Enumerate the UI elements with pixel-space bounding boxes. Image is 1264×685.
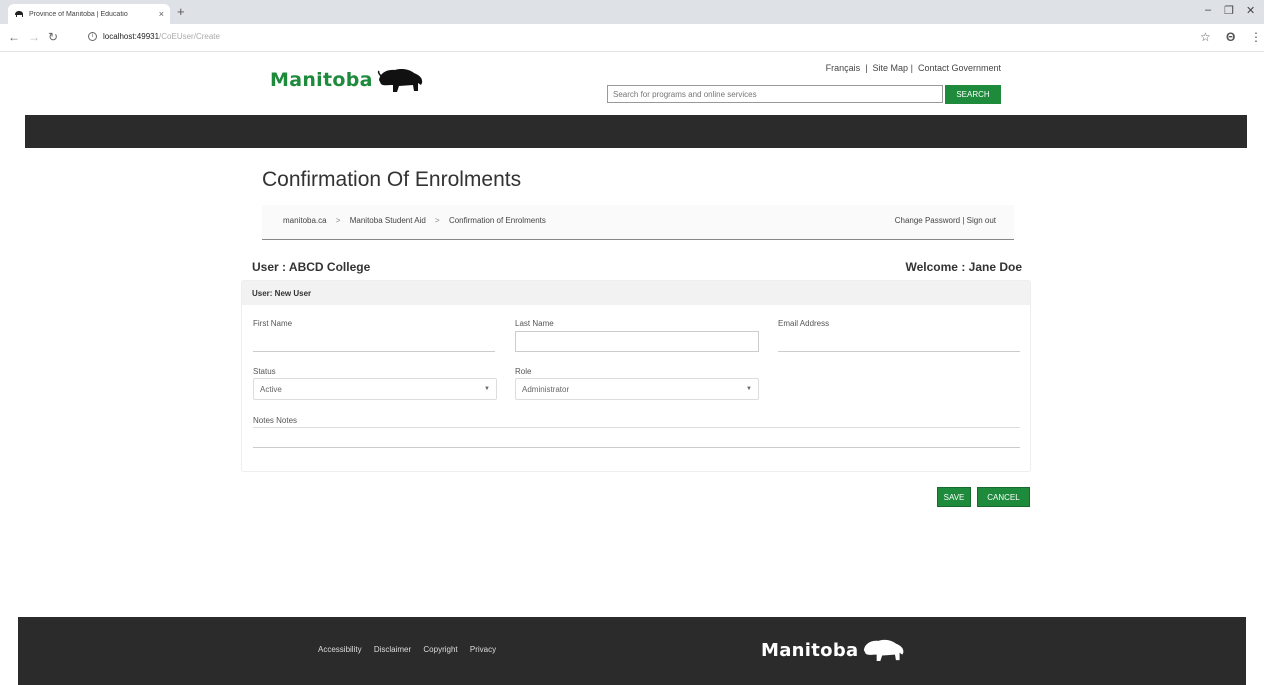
- star-icon[interactable]: ☆: [1200, 30, 1211, 44]
- caret-down-icon: ▼: [484, 386, 490, 392]
- page-title: Confirmation Of Enrolments: [262, 168, 522, 191]
- new-tab-button[interactable]: +: [177, 4, 185, 19]
- url-host: localhost:49931: [103, 32, 160, 41]
- welcome-label: Welcome : Jane Doe: [905, 260, 1022, 274]
- breadcrumb-current: Confirmation of Enrolments: [448, 216, 546, 225]
- address-bar: ← → ↻ i localhost:49931 /CoEUser/Create …: [0, 24, 1264, 52]
- user-form-panel: User: New User First Name Last Name Emai…: [241, 280, 1031, 472]
- breadcrumb-student-aid[interactable]: Manitoba Student Aid: [350, 216, 426, 225]
- status-label: Status: [253, 367, 276, 376]
- browser-tab-bar: Province of Manitoba | Educatio × + – ❐ …: [0, 0, 1264, 24]
- back-icon[interactable]: ←: [8, 30, 20, 44]
- link-contact-government[interactable]: Contact Government: [918, 63, 1001, 73]
- footer-link-accessibility[interactable]: Accessibility: [318, 645, 362, 654]
- close-tab-icon[interactable]: ×: [159, 9, 164, 19]
- forward-icon[interactable]: →: [28, 30, 40, 44]
- bison-icon: [14, 10, 24, 18]
- email-field[interactable]: [778, 331, 1020, 352]
- footer-logo[interactable]: Manitoba: [761, 637, 906, 663]
- info-icon[interactable]: i: [88, 32, 97, 41]
- first-name-field[interactable]: [253, 331, 495, 352]
- restore-icon[interactable]: ❐: [1224, 4, 1234, 17]
- user-label: User : ABCD College: [252, 260, 371, 274]
- navigation-band: [25, 115, 1247, 148]
- footer: Accessibility Disclaimer Copyright Priva…: [18, 617, 1246, 685]
- footer-link-disclaimer[interactable]: Disclaimer: [374, 645, 411, 654]
- email-label: Email Address: [778, 319, 830, 328]
- menu-icon[interactable]: ⋮: [1250, 30, 1262, 44]
- manitoba-logo[interactable]: Manitoba: [270, 66, 425, 94]
- status-value: Active: [260, 385, 282, 394]
- panel-title: User: New User: [242, 281, 1030, 305]
- profile-icon[interactable]: Θ: [1226, 30, 1235, 44]
- role-select[interactable]: Administrator ▼: [515, 378, 759, 400]
- bison-icon: [864, 639, 904, 661]
- notes-label: Notes Notes: [253, 416, 298, 425]
- tab-title: Province of Manitoba | Educatio: [29, 10, 128, 18]
- link-francais[interactable]: Français: [826, 63, 861, 73]
- link-site-map[interactable]: Site Map: [873, 63, 909, 73]
- role-value: Administrator: [522, 385, 570, 394]
- breadcrumb-separator: >: [435, 216, 440, 225]
- breadcrumb: manitoba.ca > Manitoba Student Aid > Con…: [262, 205, 1014, 240]
- role-label: Role: [515, 367, 532, 376]
- footer-links: Accessibility Disclaimer Copyright Priva…: [318, 645, 506, 654]
- minimize-icon[interactable]: –: [1205, 4, 1211, 16]
- change-password-link[interactable]: Change Password: [895, 216, 960, 225]
- save-button[interactable]: SAVE: [937, 487, 971, 507]
- top-links: Français | Site Map | Contact Government: [825, 63, 1001, 73]
- url-field[interactable]: i localhost:49931 /CoEUser/Create: [88, 32, 220, 41]
- window-close-icon[interactable]: ✕: [1246, 4, 1255, 17]
- logo-text: Manitoba: [270, 69, 373, 91]
- breadcrumb-separator: >: [335, 216, 341, 225]
- status-select[interactable]: Active ▼: [253, 378, 497, 400]
- cancel-button[interactable]: CANCEL: [977, 487, 1030, 507]
- footer-link-copyright[interactable]: Copyright: [423, 645, 457, 654]
- url-path: /CoEUser/Create: [159, 32, 220, 41]
- notes-field[interactable]: [253, 427, 1020, 448]
- search-button[interactable]: SEARCH: [945, 85, 1001, 104]
- caret-down-icon: ▼: [746, 386, 752, 392]
- bison-icon: [377, 69, 422, 92]
- last-name-label: Last Name: [515, 319, 554, 328]
- search-input[interactable]: [607, 85, 943, 103]
- sign-out-link[interactable]: Sign out: [967, 216, 996, 225]
- first-name-label: First Name: [253, 319, 293, 328]
- breadcrumb-manitoba[interactable]: manitoba.ca: [283, 216, 327, 225]
- reload-icon[interactable]: ↻: [48, 30, 58, 44]
- browser-tab[interactable]: Province of Manitoba | Educatio ×: [8, 4, 170, 24]
- footer-logo-text: Manitoba: [761, 639, 859, 661]
- last-name-field[interactable]: [515, 331, 759, 352]
- footer-link-privacy[interactable]: Privacy: [470, 645, 496, 654]
